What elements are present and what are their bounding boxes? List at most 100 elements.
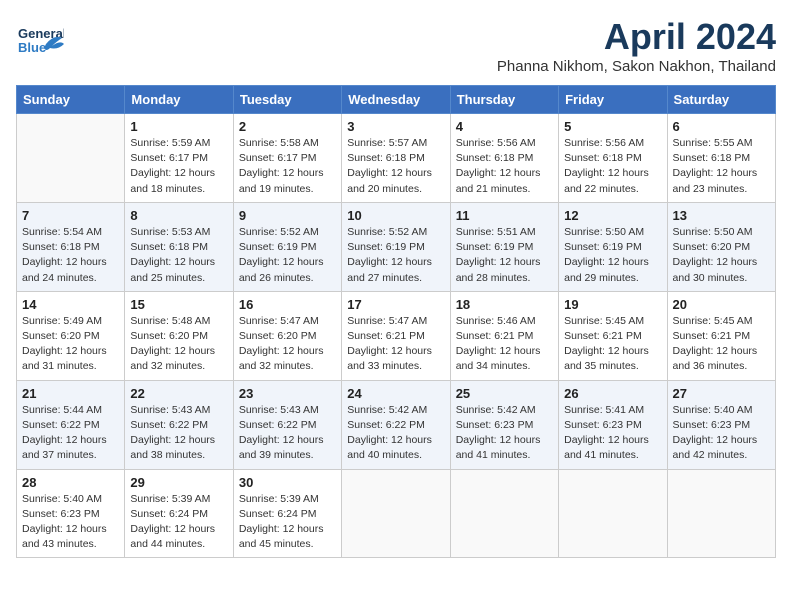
column-header-saturday: Saturday <box>667 86 775 114</box>
day-number: 4 <box>456 119 553 134</box>
day-info: Sunrise: 5:47 AM Sunset: 6:20 PM Dayligh… <box>239 314 336 375</box>
day-number: 26 <box>564 386 661 401</box>
day-number: 30 <box>239 475 336 490</box>
day-info: Sunrise: 5:50 AM Sunset: 6:20 PM Dayligh… <box>673 225 770 286</box>
day-info: Sunrise: 5:40 AM Sunset: 6:23 PM Dayligh… <box>22 492 119 553</box>
day-number: 3 <box>347 119 444 134</box>
day-number: 24 <box>347 386 444 401</box>
calendar-cell: 4 Sunrise: 5:56 AM Sunset: 6:18 PM Daylig… <box>450 114 558 203</box>
calendar-week-row: 21 Sunrise: 5:44 AM Sunset: 6:22 PM Dayli… <box>17 380 776 469</box>
calendar-cell <box>559 469 667 558</box>
day-number: 13 <box>673 208 770 223</box>
day-number: 19 <box>564 297 661 312</box>
day-info: Sunrise: 5:56 AM Sunset: 6:18 PM Dayligh… <box>456 136 553 197</box>
calendar-cell: 27 Sunrise: 5:40 AM Sunset: 6:23 PM Dayli… <box>667 380 775 469</box>
calendar-cell: 21 Sunrise: 5:44 AM Sunset: 6:22 PM Dayli… <box>17 380 125 469</box>
column-header-wednesday: Wednesday <box>342 86 450 114</box>
calendar-week-row: 14 Sunrise: 5:49 AM Sunset: 6:20 PM Dayli… <box>17 291 776 380</box>
day-info: Sunrise: 5:40 AM Sunset: 6:23 PM Dayligh… <box>673 403 770 464</box>
calendar-cell: 7 Sunrise: 5:54 AM Sunset: 6:18 PM Daylig… <box>17 202 125 291</box>
day-info: Sunrise: 5:56 AM Sunset: 6:18 PM Dayligh… <box>564 136 661 197</box>
day-number: 11 <box>456 208 553 223</box>
calendar-cell <box>450 469 558 558</box>
calendar-cell: 23Sunrise: 5:43 AM Sunset: 6:22 PM Dayli… <box>233 380 341 469</box>
day-number: 22 <box>130 386 227 401</box>
day-number: 10 <box>347 208 444 223</box>
day-info: Sunrise: 5:44 AM Sunset: 6:22 PM Dayligh… <box>22 403 119 464</box>
logo: General Blue <box>16 16 64 69</box>
day-number: 15 <box>130 297 227 312</box>
calendar-cell: 2 Sunrise: 5:58 AM Sunset: 6:17 PM Daylig… <box>233 114 341 203</box>
day-info: Sunrise: 5:52 AM Sunset: 6:19 PM Dayligh… <box>347 225 444 286</box>
day-info: Sunrise: 5:42 AM Sunset: 6:23 PM Dayligh… <box>456 403 553 464</box>
calendar-cell <box>17 114 125 203</box>
day-info: Sunrise: 5:52 AM Sunset: 6:19 PM Dayligh… <box>239 225 336 286</box>
day-number: 2 <box>239 119 336 134</box>
day-number: 16 <box>239 297 336 312</box>
calendar-cell: 3 Sunrise: 5:57 AM Sunset: 6:18 PM Daylig… <box>342 114 450 203</box>
calendar-cell: 28 Sunrise: 5:40 AM Sunset: 6:23 PM Dayli… <box>17 469 125 558</box>
day-number: 17 <box>347 297 444 312</box>
day-info: Sunrise: 5:57 AM Sunset: 6:18 PM Dayligh… <box>347 136 444 197</box>
day-info: Sunrise: 5:46 AM Sunset: 6:21 PM Dayligh… <box>456 314 553 375</box>
calendar-week-row: 28 Sunrise: 5:40 AM Sunset: 6:23 PM Dayli… <box>17 469 776 558</box>
calendar-week-row: 1 Sunrise: 5:59 AM Sunset: 6:17 PM Daylig… <box>17 114 776 203</box>
calendar-cell: 6 Sunrise: 5:55 AM Sunset: 6:18 PM Daylig… <box>667 114 775 203</box>
calendar-cell <box>667 469 775 558</box>
calendar-cell: 29Sunrise: 5:39 AM Sunset: 6:24 PM Dayli… <box>125 469 233 558</box>
calendar-cell: 22 Sunrise: 5:43 AM Sunset: 6:22 PM Dayli… <box>125 380 233 469</box>
calendar-cell: 16 Sunrise: 5:47 AM Sunset: 6:20 PM Dayli… <box>233 291 341 380</box>
calendar-cell: 11Sunrise: 5:51 AM Sunset: 6:19 PM Dayli… <box>450 202 558 291</box>
month-title: April 2024 <box>497 16 776 58</box>
calendar-cell: 17 Sunrise: 5:47 AM Sunset: 6:21 PM Dayli… <box>342 291 450 380</box>
calendar-cell: 14 Sunrise: 5:49 AM Sunset: 6:20 PM Dayli… <box>17 291 125 380</box>
day-info: Sunrise: 5:58 AM Sunset: 6:17 PM Dayligh… <box>239 136 336 197</box>
day-number: 20 <box>673 297 770 312</box>
day-number: 28 <box>22 475 119 490</box>
day-info: Sunrise: 5:45 AM Sunset: 6:21 PM Dayligh… <box>673 314 770 375</box>
calendar-cell <box>342 469 450 558</box>
day-number: 25 <box>456 386 553 401</box>
day-number: 6 <box>673 119 770 134</box>
calendar-cell: 20 Sunrise: 5:45 AM Sunset: 6:21 PM Dayli… <box>667 291 775 380</box>
day-info: Sunrise: 5:50 AM Sunset: 6:19 PM Dayligh… <box>564 225 661 286</box>
day-info: Sunrise: 5:53 AM Sunset: 6:18 PM Dayligh… <box>130 225 227 286</box>
day-number: 5 <box>564 119 661 134</box>
day-info: Sunrise: 5:54 AM Sunset: 6:18 PM Dayligh… <box>22 225 119 286</box>
column-header-sunday: Sunday <box>17 86 125 114</box>
column-header-thursday: Thursday <box>450 86 558 114</box>
day-info: Sunrise: 5:55 AM Sunset: 6:18 PM Dayligh… <box>673 136 770 197</box>
calendar-cell: 9 Sunrise: 5:52 AM Sunset: 6:19 PM Daylig… <box>233 202 341 291</box>
calendar-header-row: SundayMondayTuesdayWednesdayThursdayFrid… <box>17 86 776 114</box>
column-header-friday: Friday <box>559 86 667 114</box>
day-info: Sunrise: 5:47 AM Sunset: 6:21 PM Dayligh… <box>347 314 444 375</box>
calendar-cell: 15Sunrise: 5:48 AM Sunset: 6:20 PM Dayli… <box>125 291 233 380</box>
day-info: Sunrise: 5:45 AM Sunset: 6:21 PM Dayligh… <box>564 314 661 375</box>
day-number: 1 <box>130 119 227 134</box>
day-number: 21 <box>22 386 119 401</box>
day-info: Sunrise: 5:43 AM Sunset: 6:22 PM Dayligh… <box>130 403 227 464</box>
day-info: Sunrise: 5:49 AM Sunset: 6:20 PM Dayligh… <box>22 314 119 375</box>
day-number: 9 <box>239 208 336 223</box>
day-info: Sunrise: 5:43 AM Sunset: 6:22 PM Dayligh… <box>239 403 336 464</box>
day-number: 8 <box>130 208 227 223</box>
day-number: 14 <box>22 297 119 312</box>
title-block: April 2024 Phanna Nikhom, Sakon Nakhon, … <box>497 16 776 75</box>
day-number: 12 <box>564 208 661 223</box>
day-info: Sunrise: 5:59 AM Sunset: 6:17 PM Dayligh… <box>130 136 227 197</box>
calendar-cell: 12 Sunrise: 5:50 AM Sunset: 6:19 PM Dayli… <box>559 202 667 291</box>
calendar-table: SundayMondayTuesdayWednesdayThursdayFrid… <box>16 85 776 558</box>
day-number: 7 <box>22 208 119 223</box>
column-header-monday: Monday <box>125 86 233 114</box>
calendar-cell: 5 Sunrise: 5:56 AM Sunset: 6:18 PM Daylig… <box>559 114 667 203</box>
day-info: Sunrise: 5:39 AM Sunset: 6:24 PM Dayligh… <box>130 492 227 553</box>
day-info: Sunrise: 5:39 AM Sunset: 6:24 PM Dayligh… <box>239 492 336 553</box>
day-number: 27 <box>673 386 770 401</box>
calendar-cell: 1 Sunrise: 5:59 AM Sunset: 6:17 PM Daylig… <box>125 114 233 203</box>
calendar-cell: 30 Sunrise: 5:39 AM Sunset: 6:24 PM Dayli… <box>233 469 341 558</box>
calendar-cell: 13 Sunrise: 5:50 AM Sunset: 6:20 PM Dayli… <box>667 202 775 291</box>
calendar-cell: 8 Sunrise: 5:53 AM Sunset: 6:18 PM Daylig… <box>125 202 233 291</box>
page-header: General Blue April 2024 Phanna Nikhom, S… <box>16 16 776 75</box>
column-header-tuesday: Tuesday <box>233 86 341 114</box>
day-info: Sunrise: 5:41 AM Sunset: 6:23 PM Dayligh… <box>564 403 661 464</box>
